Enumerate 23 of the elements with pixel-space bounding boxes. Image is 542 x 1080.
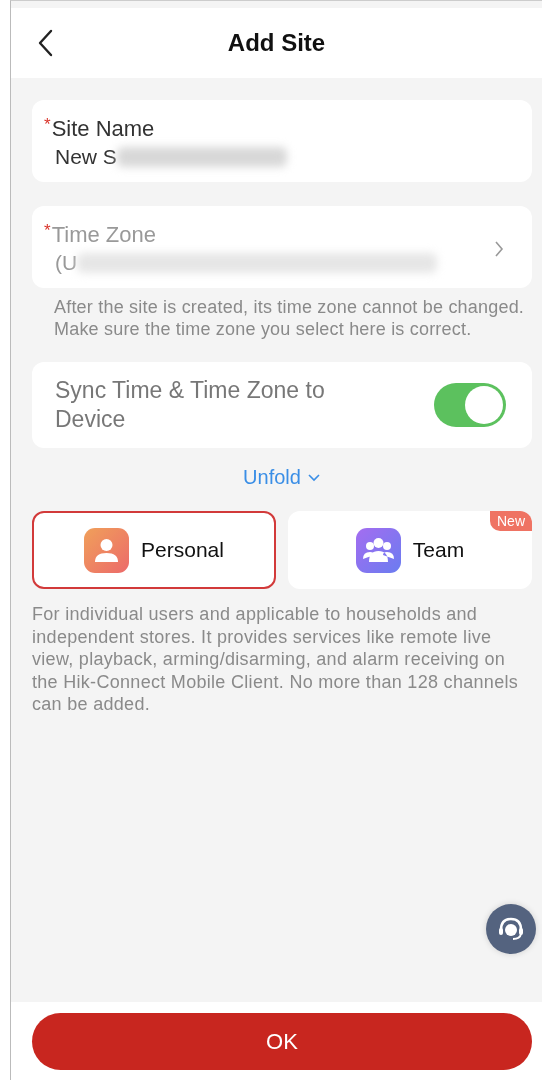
site-type-option[interactable]: Team New [288, 511, 532, 589]
page-title: Add Site [227, 29, 326, 57]
hint-text: After the site is created, its time zone cannot be changed. Make sure the time zone you select here is correct. [54, 296, 526, 340]
description-text: For individual users and applicable to households and independent stores. It provides services like remote live view, playback, arming/disarming, and alarm receiving on the Hik-Connect Mobile Client. No more than 128 channels can be added. [32, 603, 520, 716]
sync-label: Sync Time & Time Zone to Device [55, 376, 326, 434]
toggle-switch[interactable] [434, 383, 506, 427]
required-mark: * [44, 222, 51, 240]
chevron-right-icon [494, 239, 504, 258]
field-value: New S [55, 145, 117, 169]
field-value: (U [55, 251, 78, 275]
support-headset-icon[interactable] [486, 904, 536, 954]
ok-button[interactable]: OK [32, 1013, 532, 1070]
field-label: Site Name [51, 116, 155, 142]
field-label: Time Zone [51, 222, 156, 248]
site-type-option[interactable]: Personal [32, 511, 276, 589]
form-field[interactable]: *Site Name New S [32, 100, 532, 182]
group-icon [355, 527, 401, 573]
form-field[interactable]: *Time Zone (U [32, 206, 532, 288]
person-icon [84, 527, 130, 573]
new-badge: New [490, 511, 532, 531]
chevron-down-icon [306, 473, 321, 482]
back-icon[interactable] [37, 29, 53, 57]
required-mark: * [44, 116, 51, 134]
